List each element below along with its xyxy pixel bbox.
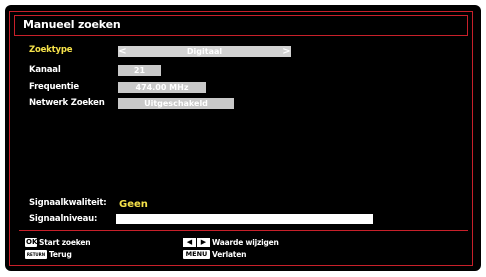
right-key-icon: ▶ [197,238,210,247]
zoektype-selector[interactable]: < Digitaal > [118,46,291,57]
ok-hint-text: Start zoeken [39,238,91,247]
frequentie-field[interactable]: 474.00 MHz [118,82,206,93]
return-key-icon: RETURN [25,250,47,259]
left-key-icon: ◀ [183,238,196,247]
netwerk-zoeken-field[interactable]: Uitgeschakeld [118,98,234,109]
signal-level-bar [116,214,373,224]
menu-hint-text: Verlaten [212,250,247,259]
chevron-right-icon[interactable]: > [282,46,291,57]
zoektype-label: Zoektype [29,45,73,55]
kanaal-label: Kanaal [29,65,61,75]
signal-level-label: Signaalniveau: [29,214,98,224]
ok-key-icon: OK [25,238,38,247]
frequentie-label: Frequentie [29,82,79,92]
footer-divider [19,230,468,231]
title-bar: Manueel zoeken [14,15,468,36]
netwerk-zoeken-label: Netwerk Zoeken [29,98,105,108]
signal-quality-value: Geen [119,199,148,210]
left-right-keys-icon: ◀ ▶ [183,238,210,247]
chevron-left-icon[interactable]: < [118,46,127,57]
menu-key-icon: MENU [183,250,210,259]
page-title: Manueel zoeken [23,18,121,31]
signal-level-fill [116,214,373,224]
kanaal-field[interactable]: 21 [118,65,161,76]
signal-quality-label: Signaalkwaliteit: [29,198,107,208]
return-hint-text: Terug [49,250,72,259]
zoektype-value: Digitaal [186,47,223,56]
arrows-hint-text: Waarde wijzigen [212,238,279,247]
